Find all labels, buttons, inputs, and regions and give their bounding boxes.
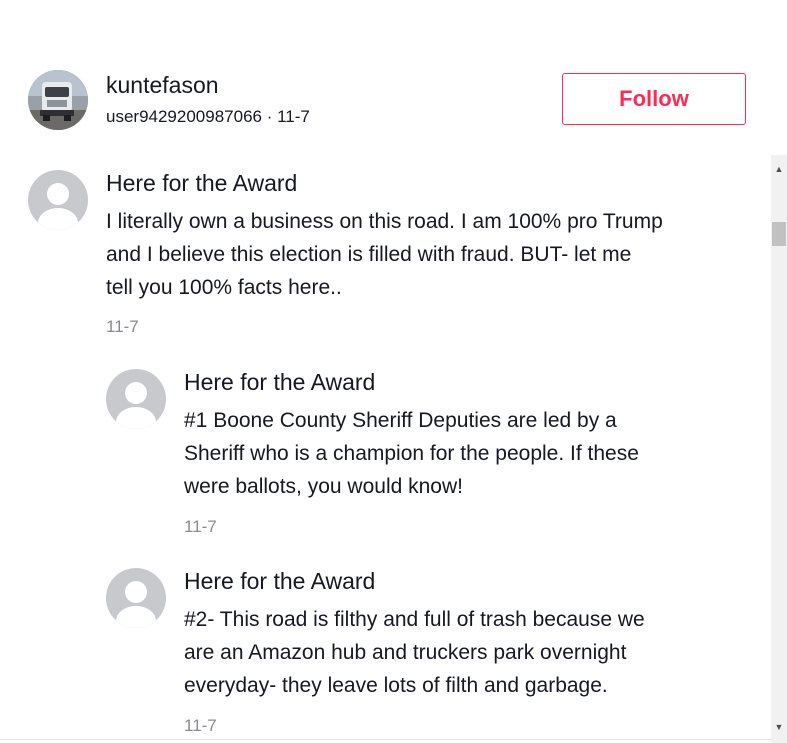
reply-item: Here for the Award #2- This road is filt… [106,568,726,743]
follow-button[interactable]: Follow [562,73,746,125]
reply-text-line: are an Amazon hub and truckers park over… [184,641,627,664]
reply-item: Here for the Award #1 Boone County Sheri… [106,369,726,549]
default-avatar-icon[interactable] [28,170,88,230]
comments-list[interactable]: Here for the Award I literally own a bus… [0,155,771,743]
reply-date: 11-7 [184,716,217,735]
reply-author-name[interactable]: Here for the Award [184,568,375,595]
scrollbar-thumb[interactable] [772,222,786,246]
reply-text-line: #1 Boone County Sheriff Deputies are led… [184,409,617,432]
comment-text-line: I literally own a business on this road.… [106,210,663,233]
reply-text: #1 Boone County Sheriff Deputies are led… [184,404,639,503]
default-avatar-icon[interactable] [106,369,166,429]
reply-date: 11-7 [184,517,217,536]
post-header: kuntefason user9429200987066 · 11-7 Foll… [28,70,748,132]
reply-text-line: #2- This road is filthy and full of tras… [184,608,645,631]
comment-author-name[interactable]: Here for the Award [106,170,297,197]
comment-text-line: and I believe this election is filled wi… [106,243,632,266]
reply-text-line: Sheriff who is a champion for the people… [184,442,639,465]
author-meta: user9429200987066 · 11-7 [106,107,310,126]
comment-date: 11-7 [106,317,139,336]
comment-item: Here for the Award I literally own a bus… [28,170,748,350]
reply-text-line: were ballots, you would know! [184,475,463,498]
scroll-down-arrow-icon[interactable]: ▼ [771,719,787,735]
comment-text: I literally own a business on this road.… [106,205,663,304]
scrollbar[interactable]: ▲ ▼ [771,155,787,743]
reply-author-name[interactable]: Here for the Award [184,369,375,396]
author-avatar[interactable] [28,70,88,130]
comment-text-line: tell you 100% facts here.. [106,276,342,299]
reply-text-line: everyday- they leave lots of filth and g… [184,674,608,697]
default-avatar-icon[interactable] [106,568,166,628]
divider [0,739,771,740]
author-name[interactable]: kuntefason [106,72,219,99]
reply-text: #2- This road is filthy and full of tras… [184,603,645,702]
truck-photo-icon [28,70,88,130]
scroll-up-arrow-icon[interactable]: ▲ [771,161,787,177]
comment-panel: kuntefason user9429200987066 · 11-7 Foll… [0,0,787,743]
